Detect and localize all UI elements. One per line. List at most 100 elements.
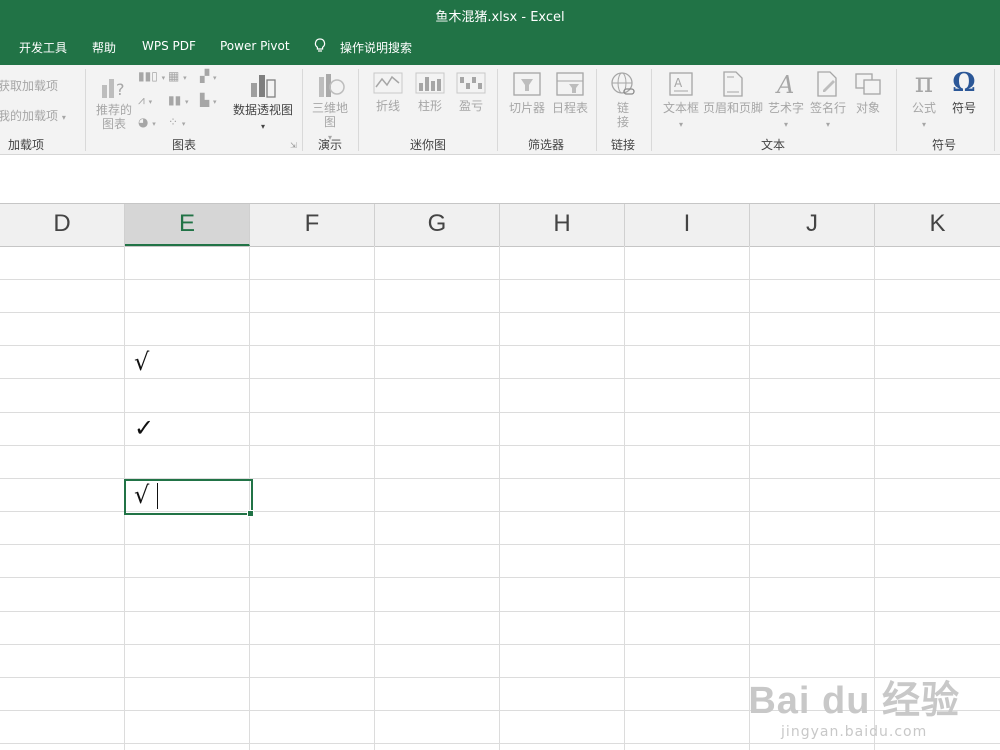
equation-button[interactable]: π 公式 ▾ [906,67,942,130]
slicer-icon [513,72,541,96]
grid-line [0,412,1000,413]
hierarchy-chart-icon[interactable]: ▦ ▾ [168,69,187,83]
textbox-icon: A [669,72,693,96]
group-label-sparklines: 迷你图 [410,138,447,152]
waterfall-chart-icon[interactable]: ▞ ▾ [200,69,217,83]
timeline-icon [556,72,584,96]
grid-line [0,378,1000,379]
group-separator [358,69,359,151]
ribbon-tabs: 开发工具 帮助 WPS PDF Power Pivot 操作说明搜索 [0,29,1000,65]
signature-line-button[interactable]: 签名行 ▾ [808,71,848,130]
active-cell-selection[interactable] [124,479,253,515]
pie-chart-icon[interactable]: ◕ ▾ [138,115,156,129]
group-label-symbols: 符号 [932,138,957,152]
my-addins-button[interactable]: 我的加载项 ▾ [0,107,66,124]
header-footer-icon [723,71,743,97]
grid-line [0,743,1000,744]
svg-text:?: ? [116,80,125,99]
signature-line-icon [817,71,837,97]
statistic-chart-icon[interactable]: ▮▮ ▾ [168,93,189,107]
globe-link-icon [611,72,635,95]
grid-line [0,577,1000,578]
grid-line [0,544,1000,545]
textbox-button[interactable]: A 文本框 ▾ [661,71,701,130]
header-footer-button[interactable]: 页眉和页脚 [703,71,763,116]
sparkline-line-icon [373,72,403,94]
get-addins-button[interactable]: 获取加载项 [0,77,58,94]
column-headers: D E F G H I J K [0,203,1000,247]
charts-dialog-launcher-icon[interactable]: ⇲ [290,141,297,150]
sparkline-winloss-icon [456,72,486,94]
watermark-logo: Bai du 经验 [748,680,960,722]
sparkline-column-button[interactable]: 柱形 [414,71,446,114]
column-chart-icon[interactable]: ▮▮▯ ▾ [138,69,165,83]
text-caret [157,483,158,509]
combo-chart-icon[interactable]: ▙ ▾ [200,93,217,107]
group-label-text: 文本 [761,138,786,152]
group-separator [994,69,995,151]
column-header-d[interactable]: D [0,204,125,246]
group-label-tours: 演示 [318,138,343,152]
pivot-chart-button[interactable]: 数据透视图 ▾ [232,71,294,132]
column-header-h[interactable]: H [500,204,625,246]
grid-line [0,644,1000,645]
lightbulb-icon [314,38,326,56]
grid-line [0,611,1000,612]
object-button[interactable]: 对象 [850,71,886,116]
column-header-g[interactable]: G [375,204,500,246]
grid-line [0,445,1000,446]
symbol-button[interactable]: Ω 符号 [946,67,982,116]
window-title: 鱼木混猪.xlsx - Excel [435,10,565,25]
column-header-e[interactable]: E [125,204,250,246]
sparkline-column-icon [415,72,445,94]
column-header-f[interactable]: F [250,204,375,246]
pi-icon: π [914,66,934,99]
cell-e-checkmark-1[interactable]: √ [134,348,149,376]
formula-bar[interactable] [0,155,1000,203]
link-button[interactable]: 链接 [608,71,638,129]
title-bar: 鱼木混猪.xlsx - Excel [0,0,1000,29]
grid-line [374,246,375,750]
grid-line [499,246,500,750]
tell-me-search[interactable]: 操作说明搜索 [340,39,412,56]
group-separator [302,69,303,151]
column-header-i[interactable]: I [625,204,750,246]
tab-wps-pdf[interactable]: WPS PDF [142,39,196,53]
recommended-charts-icon: ? [102,79,125,99]
fill-handle[interactable] [247,510,254,517]
timeline-button[interactable]: 日程表 [550,71,590,116]
grid-line [0,345,1000,346]
group-separator [85,69,86,151]
baidu-watermark: Bai du 经验 jingyan.baidu.com [748,669,960,740]
column-header-k[interactable]: K [875,204,1000,246]
group-separator [596,69,597,151]
tab-developer[interactable]: 开发工具 [19,39,67,56]
grid-line [0,312,1000,313]
group-label-addins: 加载项 [8,138,45,152]
wordart-button[interactable]: A 艺术字 ▾ [766,71,806,130]
watermark-url: jingyan.baidu.com [781,724,928,740]
svg-text:A: A [775,71,794,97]
3d-map-icon [319,74,345,97]
object-icon [855,73,881,95]
line-chart-icon[interactable]: ⩘ ▾ [138,93,152,108]
omega-icon: Ω [952,68,976,98]
group-label-filters: 筛选器 [528,138,565,152]
cell-e-checkmark-2[interactable]: ✓ [134,414,154,442]
group-separator [497,69,498,151]
3d-map-button[interactable]: 三维地图 ▾ [310,71,350,143]
slicer-button[interactable]: 切片器 [507,71,547,116]
column-header-j[interactable]: J [750,204,875,246]
tab-help[interactable]: 帮助 [92,39,116,56]
group-label-charts: 图表 [172,138,197,152]
tab-power-pivot[interactable]: Power Pivot [220,39,290,53]
group-separator [896,69,897,151]
wordart-icon: A [775,71,794,97]
scatter-chart-icon[interactable]: ⁘ ▾ [168,115,185,129]
group-separator [651,69,652,151]
grid-line [624,246,625,750]
recommended-charts-button[interactable]: ? 推荐的图表 [94,71,134,131]
svg-text:A: A [674,76,683,90]
sparkline-winloss-button[interactable]: 盈亏 [455,71,487,114]
sparkline-line-button[interactable]: 折线 [372,71,404,114]
